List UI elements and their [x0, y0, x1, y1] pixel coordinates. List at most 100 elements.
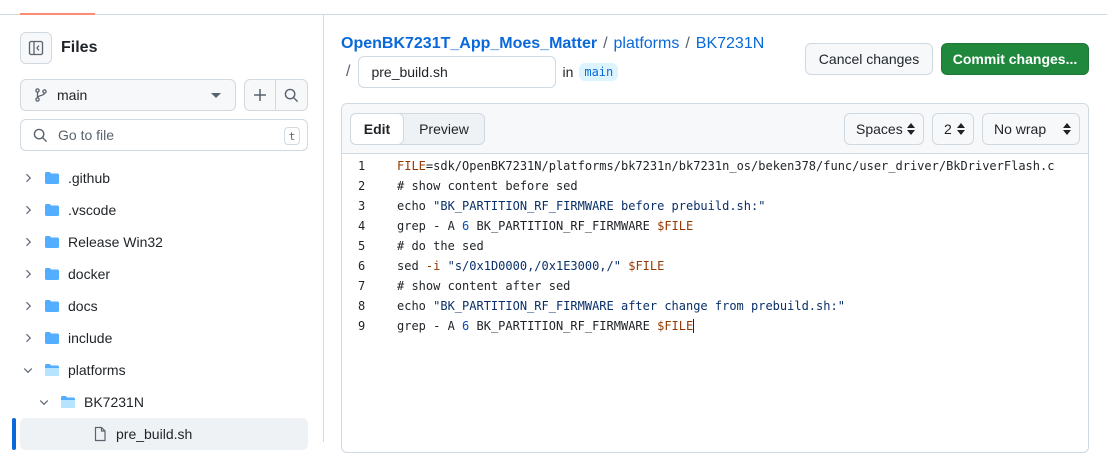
tab-preview[interactable]: Preview [404, 114, 484, 144]
tree-folder-item[interactable]: platforms [0, 354, 323, 386]
line-content: FILE=sdk/OpenBK7231N/platforms/bk7231n/b… [397, 159, 1054, 173]
code-token: "BK_PARTITION_RF_FIRMWARE after change f… [433, 299, 845, 313]
code-token: echo [397, 299, 434, 313]
code-token: $FILE [657, 219, 694, 233]
tree-folder-item[interactable]: docker [0, 258, 323, 290]
breadcrumb-platforms-link[interactable]: platforms [614, 35, 680, 53]
cancel-changes-button[interactable]: Cancel changes [805, 43, 933, 75]
branch-badge: main [579, 63, 619, 81]
breadcrumb: OpenBK7231T_App_Moes_Matter / platforms … [341, 35, 764, 53]
line-number: 4 [358, 219, 366, 233]
tree-item-label: platforms [68, 362, 126, 378]
search-icon [33, 128, 48, 142]
plus-icon [254, 89, 266, 101]
line-number: 6 [358, 259, 366, 273]
tree-folder-item[interactable]: .github [0, 162, 323, 194]
code-token: BK_PARTITION_RF_FIRMWARE [469, 219, 658, 233]
tree-file-item[interactable]: pre_build.sh [12, 418, 308, 450]
chevron-down-icon[interactable] [36, 394, 52, 410]
breadcrumb-repo-link[interactable]: OpenBK7231T_App_Moes_Matter [341, 35, 597, 53]
git-branch-icon [35, 88, 47, 102]
code-area[interactable]: 1 FILE=sdk/OpenBK7231N/platforms/bk7231n/… [342, 156, 1088, 336]
folder-open-icon [44, 362, 60, 378]
path-separator: / [346, 63, 351, 80]
line-number: 1 [358, 159, 366, 173]
code-line[interactable]: 1 FILE=sdk/OpenBK7231N/platforms/bk7231n/… [342, 156, 1088, 176]
in-label: in [562, 64, 574, 80]
tree-folder-item[interactable]: Release Win32 [0, 226, 323, 258]
code-token: $FILE [657, 318, 694, 333]
folder-icon [44, 170, 60, 186]
line-content: # show content before sed [397, 179, 578, 193]
collapse-sidebar-button[interactable] [20, 32, 52, 64]
branch-selector[interactable]: main [20, 79, 236, 111]
code-line[interactable]: 4 grep - A 6 BK_PARTITION_RF_FIRMWARE $FI… [342, 216, 1088, 236]
breadcrumb-separator: / [603, 35, 608, 52]
file-tree-sidebar: Files main t .github .vscode Release Win32… [0, 15, 324, 450]
indent-mode-select[interactable]: Spaces [844, 113, 924, 145]
file-tree: .github .vscode Release Win32 docker docs inc… [0, 162, 323, 450]
code-line[interactable]: 6 sed -i "s/0x1D0000,/0x1E3000,/" $FILE [342, 256, 1088, 276]
code-token: sed [397, 259, 426, 273]
select-arrows-icon [957, 123, 965, 135]
line-content: grep - A 6 BK_PARTITION_RF_FIRMWARE $FIL… [397, 318, 695, 334]
tree-folder-item[interactable]: .vscode [0, 194, 323, 226]
code-token: "BK_PARTITION_RF_FIRMWARE before prebuil… [433, 199, 766, 213]
tree-folder-item[interactable]: BK7231N [0, 386, 323, 418]
tree-item-label: BK7231N [84, 394, 144, 410]
code-line[interactable]: 2 # show content before sed [342, 176, 1088, 196]
chevron-right-icon[interactable] [20, 298, 36, 314]
tree-folder-item[interactable]: include [0, 322, 323, 354]
indent-size-select[interactable]: 2 [932, 113, 974, 145]
code-line[interactable]: 8 echo "BK_PARTITION_RF_FIRMWARE after ch… [342, 296, 1088, 316]
indent-mode-value: Spaces [856, 121, 903, 137]
line-content: # show content after sed [397, 279, 570, 293]
top-nav-bar [0, 0, 1107, 15]
commit-changes-button[interactable]: Commit changes... [941, 43, 1089, 75]
line-number: 9 [358, 319, 366, 333]
code-line[interactable]: 3 echo "BK_PARTITION_RF_FIRMWARE before p… [342, 196, 1088, 216]
wrap-mode-select[interactable]: No wrap [982, 113, 1080, 145]
code-editor: Edit Preview Spaces 2 No wrap 1 FILE=sdk/… [341, 103, 1089, 453]
tree-folder-item[interactable]: docs [0, 290, 323, 322]
editor-toolbar: Edit Preview Spaces 2 No wrap [342, 104, 1088, 154]
folder-icon [44, 330, 60, 346]
folder-icon [44, 298, 60, 314]
go-to-file-input[interactable] [56, 126, 276, 144]
chevron-right-icon[interactable] [20, 202, 36, 218]
line-content: echo "BK_PARTITION_RF_FIRMWARE before pr… [397, 199, 765, 213]
text-cursor [693, 319, 695, 334]
code-token: # show content after sed [397, 279, 571, 293]
selected-indicator [12, 418, 16, 450]
tree-item-label: .github [68, 170, 111, 186]
chevron-right-icon[interactable] [20, 170, 36, 186]
line-number: 5 [358, 239, 366, 253]
indent-size-value: 2 [944, 121, 952, 137]
add-file-button[interactable] [244, 79, 276, 111]
edit-preview-toggle: Edit Preview [350, 113, 485, 145]
chevron-right-icon[interactable] [20, 330, 36, 346]
folder-icon [44, 266, 60, 282]
tree-item-label: include [68, 330, 113, 346]
tab-edit[interactable]: Edit [350, 113, 404, 145]
line-number: 7 [358, 279, 366, 293]
go-to-file-field[interactable]: t [20, 119, 308, 151]
line-number: 2 [358, 179, 366, 193]
chevron-down-icon[interactable] [20, 362, 36, 378]
sidebar-title: Files [61, 39, 98, 56]
code-line[interactable]: 9 grep - A 6 BK_PARTITION_RF_FIRMWARE $FI… [342, 316, 1088, 336]
keyboard-shortcut-hint: t [284, 127, 300, 145]
chevron-right-icon[interactable] [20, 234, 36, 250]
chevron-right-icon[interactable] [20, 266, 36, 282]
filename-input[interactable] [358, 56, 557, 88]
code-line[interactable]: 7 # show content after sed [342, 276, 1088, 296]
code-token: grep - A [397, 318, 463, 333]
code-token: echo [397, 199, 434, 213]
code-token: "s/0x1D0000,/0x1E3000,/" [447, 259, 621, 273]
code-line[interactable]: 5 # do the sed [342, 236, 1088, 256]
search-files-button[interactable] [275, 79, 308, 111]
line-content: grep - A 6 BK_PARTITION_RF_FIRMWARE $FIL… [397, 219, 693, 233]
code-token: # do the sed [397, 239, 484, 253]
breadcrumb-bk7231n-link[interactable]: BK7231N [696, 35, 765, 53]
